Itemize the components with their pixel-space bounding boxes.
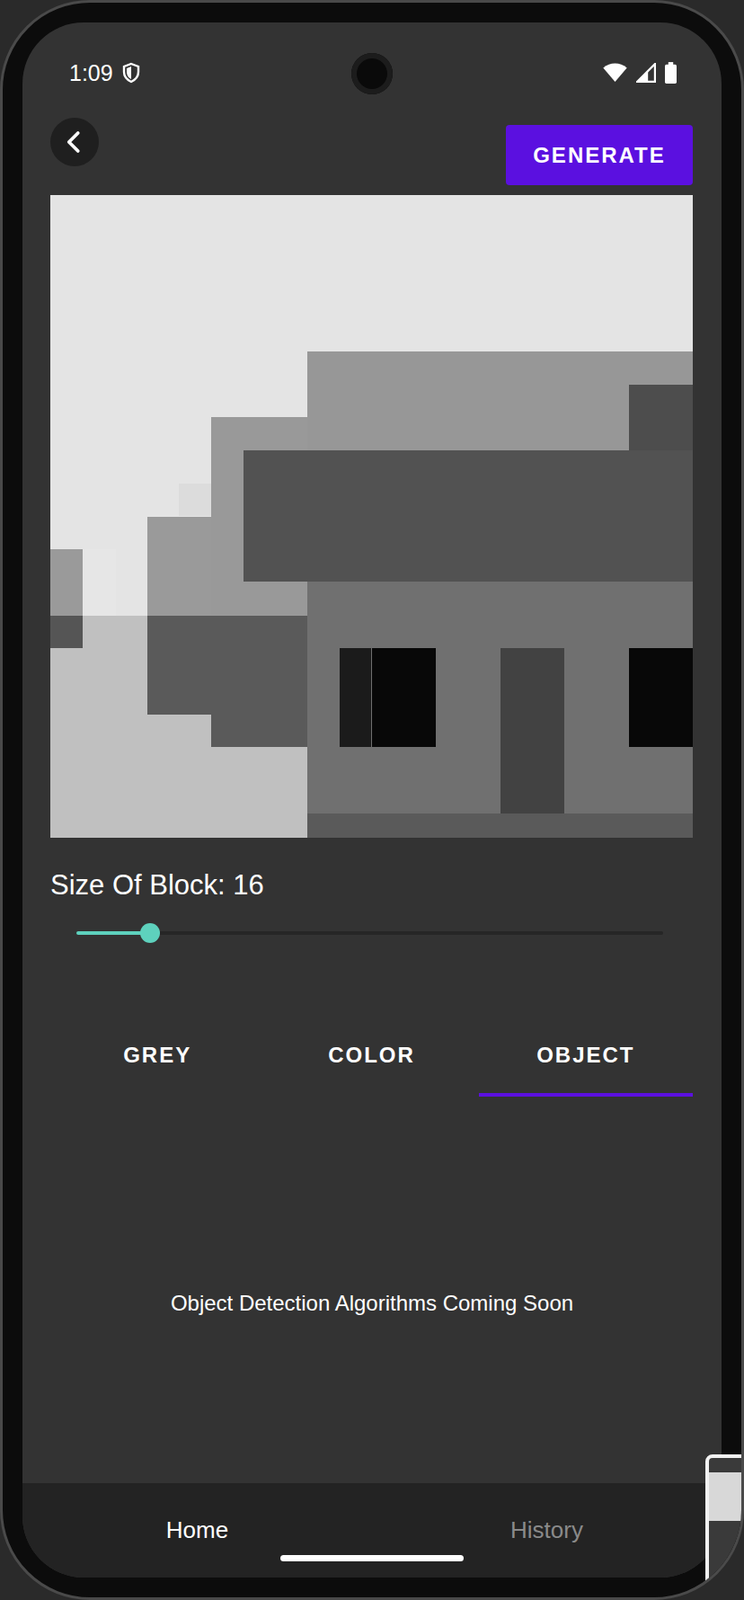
status-time: 1:09 bbox=[69, 60, 114, 87]
back-button[interactable] bbox=[50, 117, 99, 167]
pixel-block bbox=[243, 450, 694, 582]
pixelated-image bbox=[50, 194, 693, 838]
camera-hole bbox=[351, 53, 393, 95]
slider-thumb[interactable] bbox=[140, 922, 160, 943]
bottom-nav: HomeHistory bbox=[22, 1482, 722, 1577]
signal-icon bbox=[636, 62, 656, 83]
generate-button[interactable]: GENERATE bbox=[505, 124, 693, 186]
pixel-block bbox=[628, 384, 694, 451]
mode-tab[interactable]: GREY bbox=[50, 1017, 265, 1097]
mode-tab[interactable]: OBJECT bbox=[478, 1017, 693, 1097]
pixel-block bbox=[178, 483, 212, 516]
pixel-block bbox=[50, 549, 83, 616]
nav-item[interactable]: Home bbox=[22, 1515, 372, 1544]
wifi-icon bbox=[602, 62, 628, 83]
pixel-block bbox=[211, 714, 308, 747]
slider-track bbox=[76, 930, 664, 935]
pixel-block bbox=[339, 647, 372, 747]
back-chevron-icon bbox=[61, 128, 89, 156]
phone-frame: 1:09 GENERATE Size Of Block: 16 GREYCOLOROB… bbox=[0, 0, 744, 1600]
pixel-block bbox=[147, 615, 308, 715]
pixel-block bbox=[147, 516, 213, 616]
object-panel: Object Detection Algorithms Coming Soon bbox=[22, 1096, 722, 1483]
block-size-slider[interactable] bbox=[50, 914, 693, 951]
pixel-block bbox=[50, 615, 83, 648]
nav-item[interactable]: History bbox=[372, 1515, 722, 1544]
pixel-block bbox=[500, 647, 566, 814]
screenshot-preview[interactable] bbox=[705, 1453, 744, 1600]
slider-fill bbox=[76, 930, 151, 935]
pixel-block bbox=[628, 647, 694, 747]
block-size-label: Size Of Block: 16 bbox=[50, 868, 693, 902]
battery-icon bbox=[664, 62, 677, 84]
pixel-block bbox=[82, 549, 116, 616]
toolbar: GENERATE bbox=[22, 124, 722, 186]
screen: 1:09 GENERATE Size Of Block: 16 GREYCOLOROB… bbox=[22, 22, 722, 1577]
mode-tabs: GREYCOLOROBJECT bbox=[50, 1017, 693, 1097]
shield-icon bbox=[122, 62, 141, 84]
pixel-block bbox=[307, 813, 693, 838]
gesture-bar bbox=[280, 1554, 464, 1561]
coming-soon-message: Object Detection Algorithms Coming Soon bbox=[170, 1290, 574, 1316]
mode-tab[interactable]: COLOR bbox=[264, 1017, 479, 1097]
pixel-block bbox=[372, 647, 437, 747]
